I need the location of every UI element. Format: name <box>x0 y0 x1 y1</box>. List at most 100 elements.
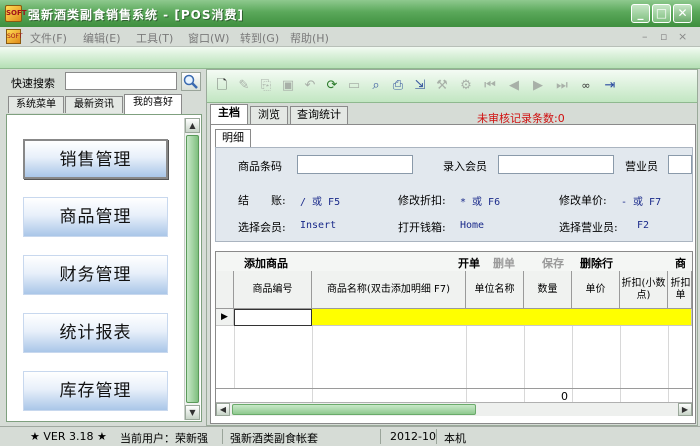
quick-search-input[interactable] <box>65 72 177 90</box>
edit-icon[interactable]: ✎ <box>235 77 253 95</box>
column-discount[interactable]: 折扣(小数点) <box>620 271 668 309</box>
save-button[interactable]: 保存 <box>542 255 564 271</box>
menu-tools[interactable]: 工具(T) <box>136 30 173 46</box>
nav-product-management[interactable]: 商品管理 <box>23 197 168 237</box>
last-icon[interactable]: ⏭ <box>553 77 571 95</box>
entry-form: 商品条码 录入会员 营业员 结 账: / 或 F5 修改折扣: * 或 F6 修… <box>215 147 693 242</box>
settings-icon[interactable]: ⚙ <box>457 77 475 95</box>
checkout-label: 结 账: <box>238 194 286 207</box>
content-area: 明细 商品条码 录入会员 营业员 结 账: / 或 F5 修改折扣: * 或 F… <box>210 124 696 424</box>
mdi-restore-icon[interactable]: ▫ <box>660 30 667 43</box>
grid-horizontal-scrollbar[interactable]: ◀ ▶ <box>216 402 692 416</box>
undo-icon[interactable]: ↶ <box>301 77 319 95</box>
tools-icon[interactable]: ⚒ <box>433 77 451 95</box>
refresh-icon[interactable]: ⟳ <box>323 77 341 95</box>
edit-price-hotkey: - 或 F7 <box>621 197 662 208</box>
find-icon[interactable]: ⌕ <box>367 77 385 95</box>
column-discount-unit[interactable]: 折扣单 <box>668 271 692 309</box>
scroll-down-icon[interactable]: ▼ <box>185 405 200 420</box>
app-menu-icon[interactable]: SOFT <box>6 29 23 44</box>
delete-order-button[interactable]: 删单 <box>493 255 515 271</box>
title-bar: SOFT 强新酒类副食销售系统 - [POS消费] _ □ ✕ <box>0 0 700 27</box>
quick-search-label: 快速搜索 <box>11 77 55 90</box>
add-item-button[interactable]: 添加商品 <box>244 255 288 271</box>
export-icon[interactable]: ⇲ <box>411 77 429 95</box>
nav-sales-management[interactable]: 销售管理 <box>23 139 168 179</box>
column-unit-price[interactable]: 单价 <box>572 271 620 309</box>
current-user-label: 当前用户：荣新强 <box>120 432 208 445</box>
scroll-thumb[interactable] <box>232 404 476 415</box>
product-code-cell[interactable] <box>234 309 312 326</box>
product-button[interactable]: 商 <box>675 255 686 271</box>
open-cashbox-label: 打开钱箱: <box>398 221 446 234</box>
scroll-left-icon[interactable]: ◀ <box>216 403 230 416</box>
scroll-up-icon[interactable]: ▲ <box>185 118 200 133</box>
new-icon[interactable]: 🗋 <box>213 77 231 95</box>
menu-goto[interactable]: 转到(G) <box>240 30 279 46</box>
exit-icon[interactable]: ⇥ <box>601 77 619 95</box>
prev-icon[interactable]: ◀ <box>505 77 523 95</box>
tab-favorites[interactable]: 我的喜好 <box>124 94 182 114</box>
column-unit-name[interactable]: 单位名称 <box>466 271 524 309</box>
tab-browse[interactable]: 浏览 <box>250 106 288 124</box>
status-separator <box>436 429 437 444</box>
copy-icon[interactable]: ⎘ <box>257 77 275 95</box>
item-grid: 添加商品 开单 删单 保存 删除行 商 商品编号 商品名称(双击添加明细 F7)… <box>215 251 693 416</box>
member-input[interactable] <box>498 155 614 174</box>
nav-finance-management[interactable]: 财务管理 <box>23 255 168 295</box>
search-button[interactable] <box>181 72 201 91</box>
sidebar-scrollbar[interactable]: ▲ ▼ <box>184 118 200 420</box>
open-cashbox-hotkey: Home <box>460 220 485 231</box>
tab-query-stats[interactable]: 查询统计 <box>290 106 348 124</box>
new-order-button[interactable]: 开单 <box>458 255 480 271</box>
menu-window[interactable]: 窗口(W) <box>188 30 229 46</box>
tab-master[interactable]: 主档 <box>210 104 248 125</box>
minimize-button[interactable]: _ <box>631 4 650 23</box>
menu-help[interactable]: 帮助(H) <box>290 30 329 46</box>
window-title: 强新酒类副食销售系统 - [POS消费] <box>28 8 244 22</box>
company-label: 强新酒类副食帐套 <box>230 432 318 445</box>
nav-statistics-reports[interactable]: 统计报表 <box>23 313 168 353</box>
search-icon <box>183 74 198 89</box>
glasses-icon[interactable]: ∞ <box>577 77 595 95</box>
barcode-label: 商品条码 <box>238 160 282 173</box>
toolbar: 🗋 ✎ ⎘ ▣ ↶ ⟳ ▭ ⌕ ⎙ ⇲ ⚒ ⚙ ⏮ ◀ ▶ ⏭ ∞ ⇥ <box>207 70 697 103</box>
first-icon[interactable]: ⏮ <box>481 77 499 95</box>
column-product-code[interactable]: 商品编号 <box>234 271 312 309</box>
select-member-hotkey: Insert <box>300 220 337 231</box>
tab-details[interactable]: 明细 <box>215 129 251 147</box>
grid-line <box>234 326 235 388</box>
mdi-minimize-icon[interactable]: – <box>642 30 648 43</box>
tab-system-menu[interactable]: 系统菜单 <box>8 96 64 113</box>
menu-bar: SOFT 文件(F) 编辑(E) 工具(T) 窗口(W) 转到(G) 帮助(H)… <box>0 27 700 47</box>
edit-discount-label: 修改折扣: <box>398 194 446 207</box>
menu-edit[interactable]: 编辑(E) <box>83 30 121 46</box>
column-product-name[interactable]: 商品名称(双击添加明细 F7) <box>312 271 466 309</box>
grid-line <box>312 326 313 402</box>
scroll-right-icon[interactable]: ▶ <box>678 403 692 416</box>
tab-latest-news[interactable]: 最新资讯 <box>65 96 123 113</box>
column-quantity[interactable]: 数量 <box>524 271 572 309</box>
mdi-close-icon[interactable]: × <box>678 30 687 43</box>
scroll-thumb[interactable] <box>186 135 199 403</box>
nav-inventory-management[interactable]: 库存管理 <box>23 371 168 411</box>
salesman-input[interactable] <box>668 155 692 174</box>
grid-action-bar: 添加商品 开单 删单 保存 删除行 商 <box>216 252 692 271</box>
status-bar: ★ VER 3.18 ★ 当前用户：荣新强 强新酒类副食帐套 2012-10 本… <box>0 426 700 446</box>
edit-price-label: 修改单价: <box>559 194 607 207</box>
next-icon[interactable]: ▶ <box>529 77 547 95</box>
edit-discount-hotkey: * 或 F6 <box>460 197 501 208</box>
menu-file[interactable]: 文件(F) <box>30 30 67 46</box>
save-icon[interactable]: ▣ <box>279 77 297 95</box>
product-name-cell[interactable] <box>312 309 692 326</box>
status-separator <box>222 429 223 444</box>
print-preview-icon[interactable]: ▭ <box>345 77 363 95</box>
grid-line <box>466 326 467 402</box>
maximize-button[interactable]: □ <box>652 4 671 23</box>
print-icon[interactable]: ⎙ <box>389 77 407 95</box>
nav-panel: 销售管理 商品管理 财务管理 统计报表 库存管理 ▲ ▼ <box>6 114 202 422</box>
barcode-input[interactable] <box>297 155 413 174</box>
close-button[interactable]: ✕ <box>673 4 692 23</box>
status-separator <box>380 429 381 444</box>
delete-row-button[interactable]: 删除行 <box>580 255 613 271</box>
